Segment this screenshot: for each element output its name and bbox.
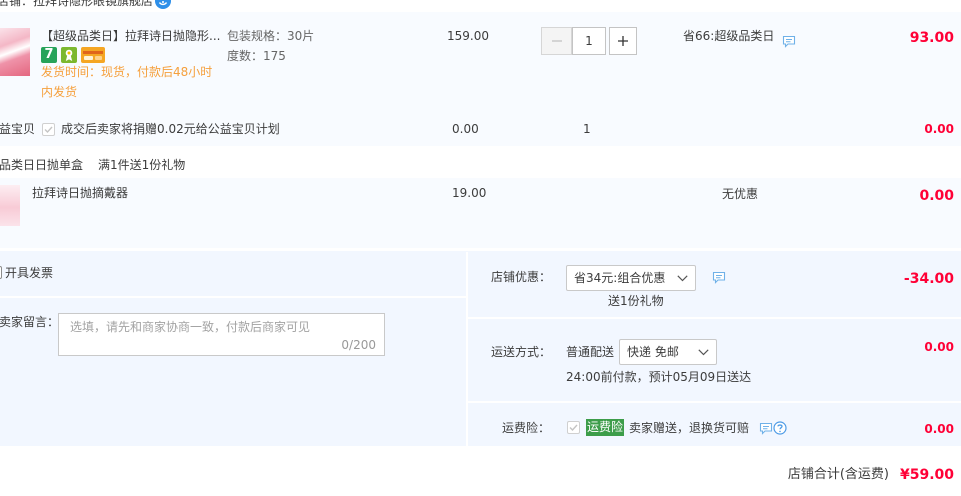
card-icon bbox=[81, 47, 105, 63]
chat-bubble-icon[interactable] bbox=[782, 35, 796, 48]
product-spec: 包装规格：30片 bbox=[227, 29, 315, 43]
item-subtotal: 93.00 bbox=[909, 30, 954, 46]
chat-bubble-icon[interactable] bbox=[759, 422, 773, 435]
gift-discount: 无优惠 bbox=[722, 187, 759, 201]
insurance-text: 卖家赠送，退换货可赔 bbox=[629, 421, 750, 435]
promotion-name: 品类日日抛单盒 bbox=[0, 158, 84, 172]
gift-price: 19.00 bbox=[452, 186, 487, 200]
shop-discount-note: 送1份礼物 bbox=[608, 294, 664, 308]
gift-subtotal: 0.00 bbox=[919, 188, 954, 204]
insurance-checkbox[interactable] bbox=[567, 421, 580, 434]
wangwang-icon[interactable] bbox=[155, 0, 171, 9]
gift-title[interactable]: 拉拜诗日抛摘戴器 bbox=[32, 185, 128, 201]
quantity-decrease-button[interactable] bbox=[541, 27, 572, 55]
promotion-rule: 满1件送1份礼物 bbox=[98, 158, 186, 172]
product-title[interactable]: 【超级品类日】拉拜诗日抛隐形... bbox=[41, 28, 220, 44]
shipping-method: 普通配送 bbox=[566, 345, 615, 359]
shop-discount-label: 店铺优惠： bbox=[491, 270, 552, 284]
medal-icon bbox=[61, 47, 77, 63]
insurance-label: 运费险： bbox=[502, 421, 551, 435]
product-image[interactable] bbox=[0, 28, 30, 76]
minus-icon bbox=[551, 40, 562, 42]
shop-total-amount: ¥59.00 bbox=[899, 467, 954, 483]
message-input[interactable] bbox=[58, 313, 385, 356]
shop-discount-amount: -34.00 bbox=[903, 271, 954, 287]
charity-quantity: 1 bbox=[583, 122, 591, 136]
message-label: 卖家留言： bbox=[0, 315, 60, 329]
insurance-amount: 0.00 bbox=[924, 422, 954, 436]
shop-discount-selected: 省34元:组合优惠 bbox=[574, 271, 666, 285]
message-box: 0/200 bbox=[58, 313, 385, 356]
invoice-label[interactable]: 开具发票 bbox=[5, 265, 53, 281]
plus-icon bbox=[618, 36, 628, 46]
chat-bubble-icon[interactable] bbox=[712, 271, 726, 284]
seven-day-return-icon: 7 bbox=[41, 47, 57, 63]
charity-checkbox[interactable] bbox=[42, 123, 55, 136]
charity-subtotal: 0.00 bbox=[924, 122, 954, 136]
unit-price: 159.00 bbox=[447, 29, 489, 43]
charity-price: 0.00 bbox=[452, 122, 479, 136]
shipping-select[interactable]: 快递 免邮 bbox=[619, 339, 717, 365]
shipping-selected: 快递 免邮 bbox=[627, 345, 679, 359]
shipping-eta: 24:00前付款，预计05月09日送达 bbox=[566, 370, 752, 384]
product-degree: 度数：175 bbox=[227, 49, 286, 63]
shipping-amount: 0.00 bbox=[924, 340, 954, 354]
quantity-input[interactable] bbox=[572, 27, 606, 55]
shipping-label: 运送方式： bbox=[491, 345, 552, 359]
invoice-checkbox[interactable] bbox=[0, 266, 2, 279]
item-discount: 省66:超级品类日 bbox=[683, 29, 775, 43]
chevron-down-icon bbox=[677, 275, 688, 282]
quantity-increase-button[interactable] bbox=[609, 27, 637, 55]
panel-divider bbox=[0, 296, 466, 298]
chevron-down-icon bbox=[698, 349, 709, 356]
message-counter: 0/200 bbox=[341, 338, 376, 352]
charity-label: 益宝贝 bbox=[0, 122, 36, 136]
question-icon[interactable] bbox=[773, 421, 787, 435]
panel-divider-vertical bbox=[466, 252, 468, 446]
shop-name[interactable]: 店铺：拉拜诗隐形眼镜旗舰店 bbox=[0, 0, 153, 9]
panel-divider bbox=[468, 317, 961, 319]
shop-discount-select[interactable]: 省34元:组合优惠 bbox=[566, 265, 696, 291]
product-image[interactable] bbox=[0, 185, 20, 226]
shop-total-label: 店铺合计(含运费) bbox=[787, 467, 889, 482]
seven-day-return-label: 7 bbox=[44, 47, 54, 62]
panel-divider bbox=[468, 401, 961, 403]
delivery-time: 发货时间：现货，付款后48小时 内发货 bbox=[41, 65, 213, 99]
charity-text: 成交后卖家将捐赠0.02元给公益宝贝计划 bbox=[61, 122, 280, 136]
insurance-badge: 运费险 bbox=[586, 419, 624, 436]
